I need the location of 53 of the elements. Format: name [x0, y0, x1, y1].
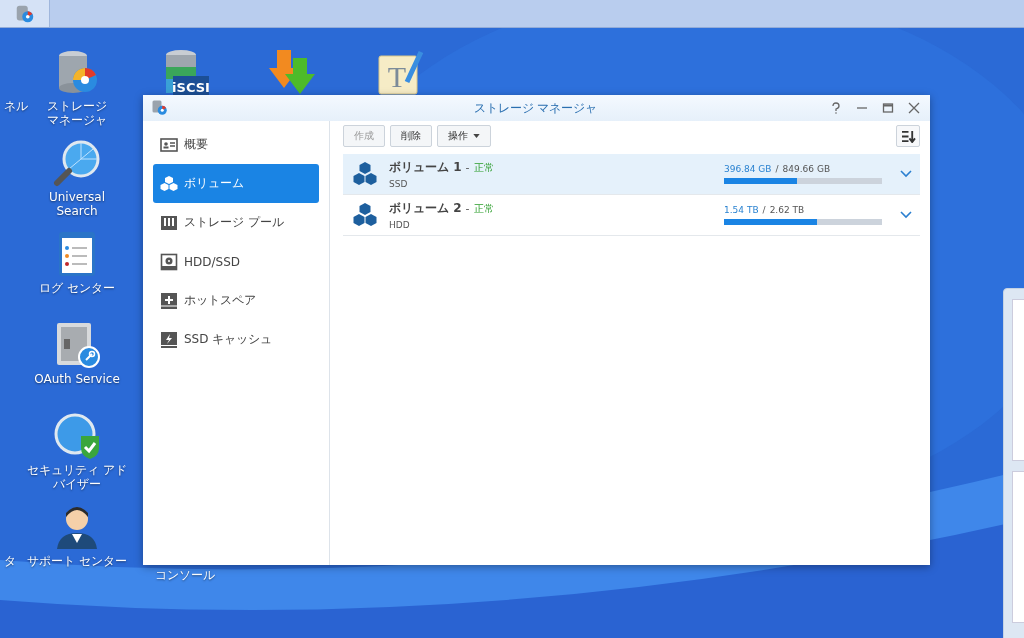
- maximize-icon[interactable]: [882, 102, 894, 114]
- desktop-icon-label[interactable]: セキュリティ アドバイザー: [23, 463, 131, 491]
- volume-status: 正常: [473, 202, 494, 216]
- cubes-icon: [352, 202, 378, 228]
- desktop-icon-label[interactable]: ネル: [0, 99, 32, 113]
- sidebar-item[interactable]: HDD/SSD: [153, 242, 319, 281]
- shield-globe-icon[interactable]: [53, 412, 101, 460]
- drive-bays-icon: [160, 213, 178, 232]
- desktop-icon-label[interactable]: コンソール: [151, 568, 219, 582]
- desktop-icon-label[interactable]: Universal Search: [23, 190, 131, 218]
- total-capacity: 849.66 GB: [782, 164, 831, 174]
- magnifier-icon[interactable]: [53, 139, 101, 187]
- desktop-icon-label[interactable]: ストレージマネージャ: [41, 99, 113, 127]
- toolbar-button[interactable]: 削除: [390, 125, 432, 147]
- volume-name: ボリューム 1: [389, 159, 462, 176]
- capacity-slash: /: [762, 205, 766, 215]
- sidebar-item[interactable]: 概要: [153, 125, 319, 164]
- sidebar-item[interactable]: ボリューム: [153, 164, 319, 203]
- capacity-slash: /: [775, 164, 779, 174]
- sidebar-item[interactable]: ストレージ プール: [153, 203, 319, 242]
- action-dropdown[interactable]: 操作: [437, 125, 491, 147]
- lightning-drive-icon: [160, 330, 178, 349]
- desktop-icon-label[interactable]: OAuth Service: [30, 372, 124, 386]
- close-icon[interactable]: [908, 102, 920, 114]
- separator-dash: -: [465, 161, 470, 174]
- sort-icon: [900, 129, 916, 143]
- separator-dash: -: [465, 202, 470, 215]
- cubes-icon: [160, 174, 178, 193]
- total-capacity: 2.62 TB: [769, 205, 805, 215]
- window-title: ストレージ マネージャ: [473, 99, 598, 117]
- volume-type: HDD: [389, 220, 411, 230]
- desktop-icon-label[interactable]: サポート センター: [23, 554, 131, 568]
- id-card-icon: [160, 135, 178, 154]
- volume-type: SSD: [389, 179, 409, 189]
- used-capacity: 1.54 TB: [724, 205, 759, 215]
- desktop-icon-label[interactable]: タ: [0, 554, 20, 568]
- desktop-icon-label[interactable]: ログ センター: [35, 281, 119, 295]
- sidebar-item[interactable]: ホットスペア: [153, 281, 319, 320]
- storage-drum-icon: [151, 99, 169, 117]
- cubes-icon: [352, 161, 378, 187]
- download-arrows-icon[interactable]: [269, 48, 317, 96]
- volume-status: 正常: [473, 161, 494, 175]
- used-capacity: 396.84 GB: [724, 164, 772, 174]
- taskbar-app-button[interactable]: [0, 0, 50, 27]
- volume-row[interactable]: ボリューム 1 - 正常 SSD 396.84 GB / 849.66 GB: [343, 154, 920, 195]
- plus-drive-icon: [160, 291, 178, 310]
- chevron-down-icon[interactable]: [900, 211, 912, 219]
- chevron-down-icon[interactable]: [900, 170, 912, 178]
- sidebar-item[interactable]: SSD キャッシュ: [153, 320, 319, 359]
- help-icon[interactable]: [830, 102, 842, 114]
- sort-button[interactable]: [896, 125, 920, 147]
- volume-row[interactable]: ボリューム 2 - 正常 HDD 1.54 TB / 2.62 TB: [343, 195, 920, 236]
- volume-name: ボリューム 2: [389, 200, 462, 217]
